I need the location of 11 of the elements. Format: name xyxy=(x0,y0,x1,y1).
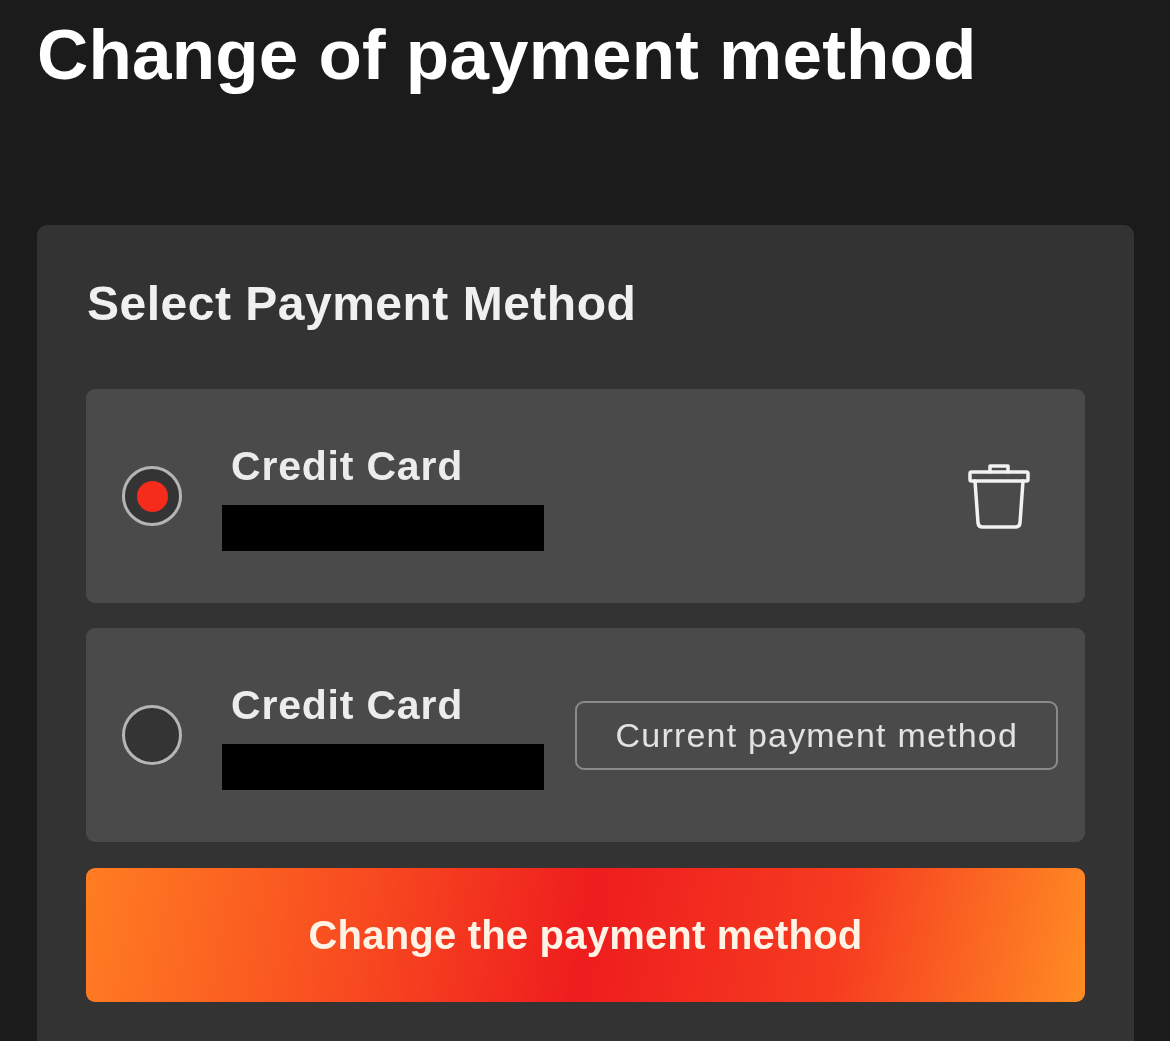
radio-button[interactable] xyxy=(122,705,182,765)
payment-method-name: Credit Card xyxy=(231,681,464,730)
change-payment-method-button[interactable]: Change the payment method xyxy=(86,868,1085,1002)
payment-method-name: Credit Card xyxy=(231,442,464,491)
current-method-badge: Current payment method xyxy=(574,700,1058,770)
trash-icon[interactable] xyxy=(968,463,1030,529)
payment-option-card[interactable]: Credit Card xyxy=(86,389,1085,603)
radio-button[interactable] xyxy=(122,466,182,526)
payment-option-card[interactable]: Credit Card Current payment method xyxy=(86,628,1085,842)
panel-heading: Select Payment Method xyxy=(87,276,637,332)
page-title: Change of payment method xyxy=(37,14,977,96)
